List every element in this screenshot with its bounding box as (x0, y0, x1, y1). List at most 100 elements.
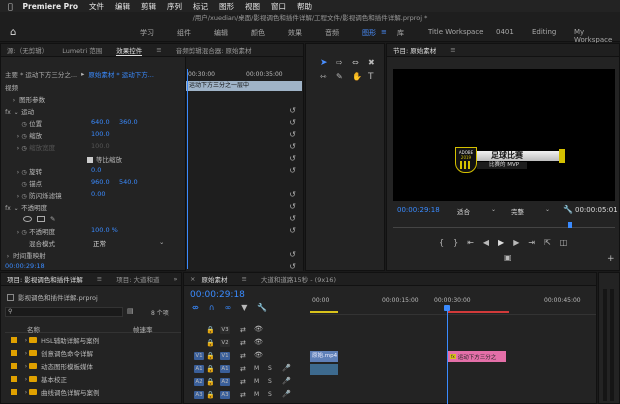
go-to-in-icon[interactable]: ⇤ (467, 238, 474, 247)
fx-icon[interactable]: fx (5, 205, 11, 212)
menu-sequence[interactable]: 序列 (167, 1, 182, 12)
menu-help[interactable]: 帮助 (297, 1, 312, 12)
program-timecode[interactable]: 00:00:29:18 (397, 206, 440, 214)
tab-audio-clip-mixer[interactable]: 音频剪辑混合器: 原始素材 (176, 45, 252, 55)
lock-icon[interactable]: 🔒 (206, 339, 215, 347)
mic-icon[interactable]: 🎤 (282, 377, 291, 385)
scale-value[interactable]: 100.0 (91, 130, 110, 138)
panel-menu-icon[interactable]: ≡ (97, 275, 102, 283)
column-name[interactable]: 名称 (27, 324, 40, 334)
compare-view-icon[interactable]: ▣ (504, 253, 512, 262)
workspace-graphics[interactable]: 图形 (362, 28, 376, 38)
app-menu[interactable]: Premiere Pro (23, 2, 79, 11)
track-label[interactable]: V1 (220, 352, 230, 360)
track-label[interactable]: V2 (220, 339, 230, 347)
tab-program[interactable]: 节目: 原始素材 (393, 45, 436, 55)
sync-icon[interactable]: ⇄ (240, 365, 246, 373)
workspace-0401[interactable]: 0401 (496, 28, 514, 36)
close-icon[interactable]: × (190, 275, 195, 283)
chevron-down-icon[interactable]: ⌄ (13, 109, 19, 116)
playhead[interactable] (568, 222, 572, 228)
time-remap-row[interactable]: › 时间重映射 (5, 250, 46, 260)
hand-tool-icon[interactable]: ✋ (352, 72, 362, 81)
rect-mask-icon[interactable] (37, 216, 45, 222)
graphics-params-row[interactable]: › 图形参数 (11, 94, 45, 104)
add-button-icon[interactable]: + (607, 254, 615, 264)
tab-project-main[interactable]: 项目: 影视调色和插件详解 (7, 274, 83, 284)
track-label[interactable]: A3 (220, 391, 230, 399)
list-item[interactable]: › 曲线调色详解与案例 (11, 387, 100, 397)
panel-menu-icon[interactable]: ≡ (241, 275, 246, 283)
source-patch[interactable]: A1 (194, 365, 204, 373)
menu-clip[interactable]: 剪辑 (141, 1, 156, 12)
source-patch[interactable]: V1 (194, 352, 204, 360)
go-to-out-icon[interactable]: ⇥ (528, 238, 535, 247)
stopwatch-icon[interactable]: ◷ (21, 181, 27, 188)
timeline-timecode[interactable]: 00:00:29:18 (190, 290, 245, 300)
position-y-value[interactable]: 360.0 (119, 118, 138, 126)
solo-button[interactable]: S (268, 391, 272, 398)
track-label[interactable]: V3 (220, 326, 230, 334)
step-back-icon[interactable]: ◀ (483, 238, 489, 247)
workspace-effects[interactable]: 效果 (288, 28, 302, 38)
reset-icon[interactable]: ↺ (289, 106, 296, 115)
program-scrubber[interactable] (393, 220, 615, 228)
menu-edit[interactable]: 编辑 (115, 1, 130, 12)
chevron-down-icon[interactable]: ⌄ (13, 205, 19, 212)
reset-icon[interactable]: ↺ (289, 118, 296, 127)
opacity-section-row[interactable]: fx ⌄ 不透明度 (5, 202, 47, 212)
timeline-ruler[interactable]: 00:00 00:00:15:00 00:00:30:00 00:00:45:0… (310, 293, 596, 315)
workspace-title[interactable]: Title Workspace (428, 28, 484, 36)
solo-button[interactable]: S (268, 378, 272, 385)
sync-icon[interactable]: ⇄ (240, 339, 246, 347)
menu-window[interactable]: 窗口 (271, 1, 286, 12)
tab-source[interactable]: 源:（无剪辑） (7, 45, 48, 55)
workspace-my[interactable]: My Workspace (574, 28, 620, 44)
workspace-editing-en[interactable]: Editing (532, 28, 556, 36)
snap-icon[interactable]: ∩ (209, 303, 215, 312)
stopwatch-icon[interactable]: ◷ (21, 133, 27, 140)
ellipse-mask-icon[interactable] (23, 216, 32, 222)
sync-icon[interactable]: ⇄ (240, 391, 246, 399)
motion-row[interactable]: fx ⌄ 运动 (5, 106, 34, 116)
menu-view[interactable]: 视图 (245, 1, 260, 12)
workspace-audio[interactable]: 音频 (325, 28, 339, 38)
stopwatch-icon[interactable]: ◷ (21, 193, 27, 200)
list-item[interactable]: › 动态图形模板媒体 (11, 361, 93, 371)
mute-button[interactable]: M (254, 378, 259, 385)
menu-graphics[interactable]: 图形 (219, 1, 234, 12)
sync-icon[interactable]: ⇄ (240, 378, 246, 386)
home-icon[interactable]: ⌂ (10, 27, 16, 38)
panel-menu-icon[interactable]: ≡ (156, 46, 161, 54)
tab-project-road[interactable]: 项目: 大道和道 (116, 274, 159, 284)
stopwatch-icon[interactable]: ◷ (21, 169, 27, 176)
lock-icon[interactable]: 🔒 (206, 365, 215, 373)
sequence-clip-label[interactable]: 原始素材 * 运动下方... (88, 69, 154, 79)
reset-icon[interactable]: ↺ (289, 142, 296, 151)
rotation-value[interactable]: 0.0 (91, 166, 101, 174)
lock-icon[interactable]: 🔒 (206, 378, 215, 386)
type-tool-icon[interactable]: T (368, 72, 374, 82)
reset-icon[interactable]: ↺ (289, 214, 296, 223)
quality-select[interactable]: 完整 (511, 206, 524, 216)
workspace-editing[interactable]: 编辑 (214, 28, 228, 38)
reset-icon[interactable]: ↺ (289, 262, 296, 271)
mic-icon[interactable]: 🎤 (282, 364, 291, 372)
eye-icon[interactable]: 👁 (254, 338, 263, 346)
nest-icon[interactable]: ⇎ (192, 303, 199, 312)
reset-icon[interactable]: ↺ (289, 202, 296, 211)
apple-icon[interactable]:  (8, 2, 13, 11)
chevron-right-icon[interactable]: › (11, 97, 17, 104)
opacity-value[interactable]: 100.0 % (91, 226, 118, 234)
menu-file[interactable]: 文件 (89, 1, 104, 12)
workspace-assembly[interactable]: 组件 (177, 28, 191, 38)
reset-icon[interactable]: ↺ (289, 154, 296, 163)
clip-audio-a1[interactable] (310, 364, 338, 375)
ripple-edit-tool-icon[interactable]: ⇔ (352, 58, 359, 67)
uniform-scale-checkbox[interactable] (87, 157, 93, 163)
mute-button[interactable]: M (254, 365, 259, 372)
tab-sequence-main[interactable]: 原始素材 (201, 274, 227, 284)
mark-out-icon[interactable]: } (453, 238, 458, 247)
new-bin-icon[interactable]: ▤ (127, 307, 134, 315)
lock-icon[interactable]: 🔒 (206, 326, 215, 334)
